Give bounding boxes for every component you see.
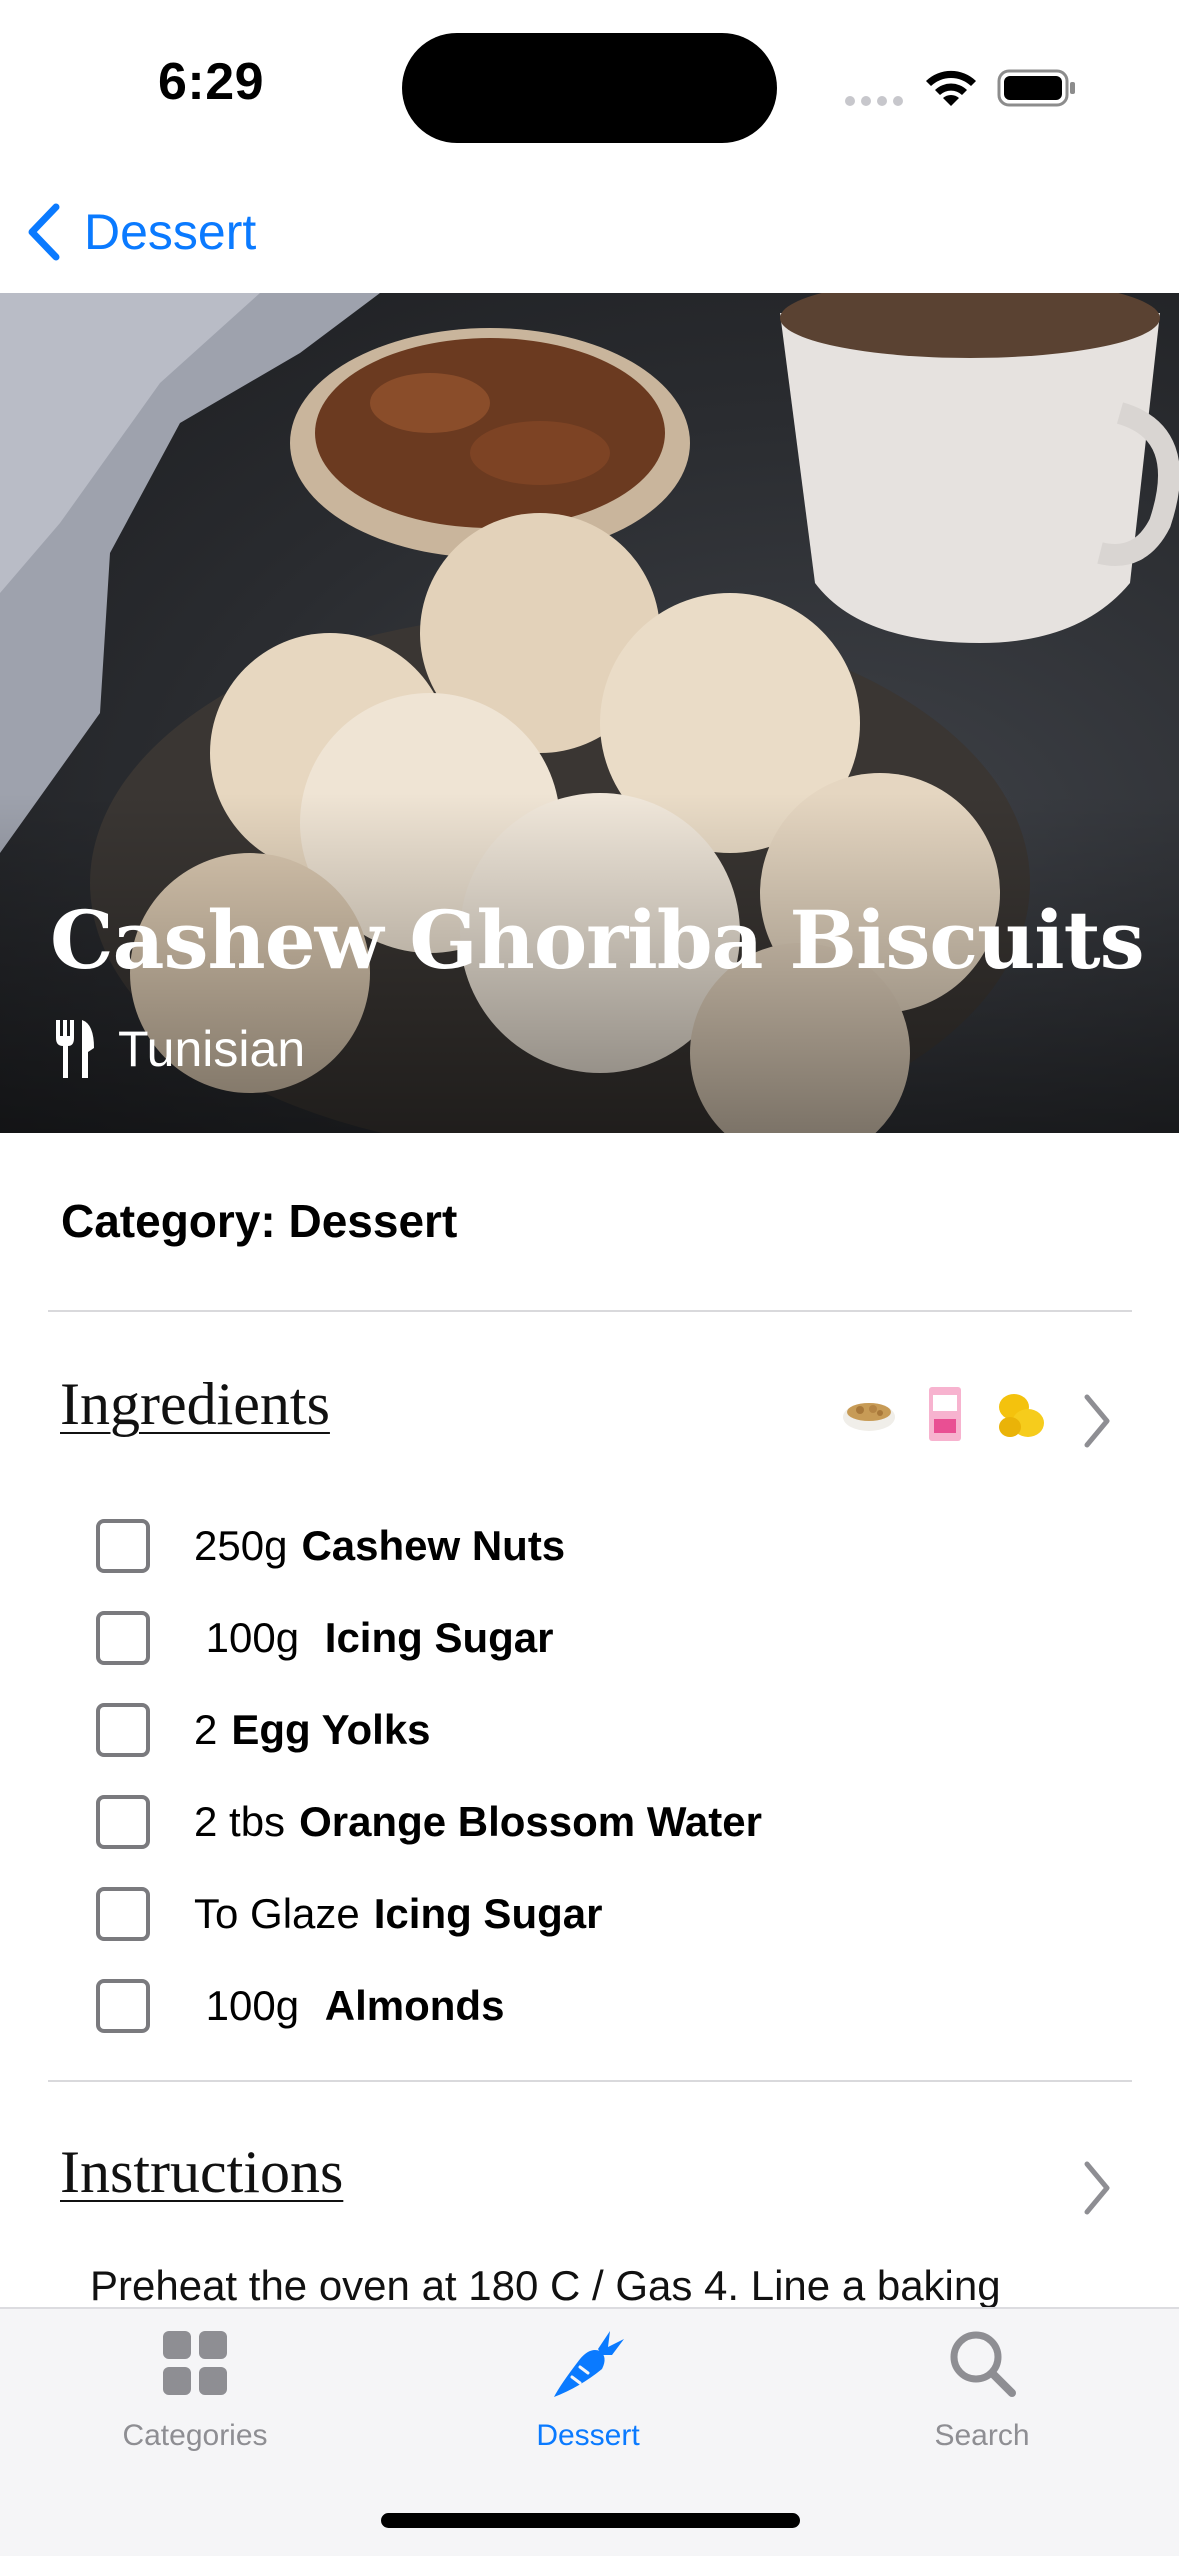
instructions-text: Preheat the oven at 180 C / Gas 4. Line …	[90, 2262, 1001, 2309]
chevron-left-icon	[28, 203, 60, 261]
ingredient-checkbox[interactable]	[96, 1703, 150, 1757]
ingredients-chevron-right-icon[interactable]	[1082, 1393, 1112, 1449]
tab-label: Categories	[122, 2419, 268, 2452]
status-bar: 6:29	[0, 0, 1179, 175]
ingredient-measure: 100g	[194, 1614, 311, 1661]
ingredient-checkbox[interactable]	[96, 1979, 150, 2033]
wifi-icon	[926, 70, 976, 106]
ingredient-checkbox[interactable]	[96, 1519, 150, 1573]
carrot-icon	[554, 2331, 624, 2397]
ingredient-measure: To Glaze	[194, 1890, 360, 1937]
grid-icon	[163, 2331, 227, 2395]
ingredient-measure: 250g	[194, 1522, 288, 1569]
lemon-icon	[992, 1385, 1050, 1443]
ingredient-name: Almonds	[324, 1982, 505, 2029]
ingredient-row[interactable]: 100g Icing Sugar	[96, 1592, 1096, 1684]
ingredient-row[interactable]: 2 tbs Orange Blossom Water	[96, 1776, 1096, 1868]
meal-title: Cashew Ghoriba Biscuits	[50, 893, 1145, 987]
instructions-title: Instructions	[60, 2139, 344, 2205]
ingredient-thumbnails	[840, 1385, 1050, 1443]
tab-categories[interactable]: Categories	[65, 2325, 325, 2475]
meal-area: Tunisian	[52, 1018, 305, 1080]
meal-area-label: Tunisian	[118, 1021, 306, 1077]
ingredient-row[interactable]: 250g Cashew Nuts	[96, 1500, 1096, 1592]
ingredient-name: Egg Yolks	[231, 1706, 431, 1753]
ingredient-checkbox[interactable]	[96, 1795, 150, 1849]
home-indicator	[381, 2513, 800, 2528]
status-time: 6:29	[158, 53, 265, 111]
ingredient-row[interactable]: 2 Egg Yolks	[96, 1684, 1096, 1776]
fork-knife-icon	[56, 1020, 94, 1078]
ingredient-name: Icing Sugar	[373, 1890, 603, 1937]
ingredient-name: Orange Blossom Water	[299, 1798, 762, 1845]
ingredient-name: Cashew Nuts	[301, 1522, 566, 1569]
tab-dessert[interactable]: Dessert	[458, 2325, 718, 2475]
ingredient-measure: 2	[194, 1706, 218, 1753]
divider	[48, 1310, 1132, 1312]
tab-label: Search	[934, 2419, 1030, 2452]
ingredient-measure: 100g	[194, 1982, 311, 2029]
meal-hero-image: Cashew Ghoriba Biscuits Tunisian	[0, 293, 1179, 1133]
ingredient-name: Icing Sugar	[324, 1614, 554, 1661]
navigation-bar: Dessert	[0, 175, 1179, 293]
ingredient-measure: 2 tbs	[194, 1798, 286, 1845]
ingredients-title: Ingredients	[60, 1371, 330, 1437]
dynamic-island	[402, 33, 777, 143]
ingredient-checkbox[interactable]	[96, 1611, 150, 1665]
back-button[interactable]: Dessert	[24, 197, 256, 267]
cellular-signal-icon	[845, 96, 903, 106]
meal-category: Category: Dessert	[61, 1195, 458, 1247]
ingredient-row[interactable]: To Glaze Icing Sugar	[96, 1868, 1096, 1960]
sugar-bag-icon	[916, 1385, 974, 1443]
tab-label: Dessert	[536, 2419, 640, 2452]
tab-search[interactable]: Search	[852, 2325, 1112, 2475]
back-button-label: Dessert	[84, 204, 257, 260]
divider	[48, 2080, 1132, 2082]
ingredient-checkbox[interactable]	[96, 1887, 150, 1941]
ingredient-row[interactable]: 100g Almonds	[96, 1960, 1096, 2052]
search-icon	[950, 2331, 1016, 2397]
cashew-bowl-icon	[840, 1385, 898, 1443]
instructions-chevron-right-icon[interactable]	[1082, 2160, 1112, 2216]
battery-icon	[997, 69, 1075, 107]
ingredient-list: 250g Cashew Nuts 100g Icing Sugar 2 Egg …	[96, 1500, 1096, 2052]
